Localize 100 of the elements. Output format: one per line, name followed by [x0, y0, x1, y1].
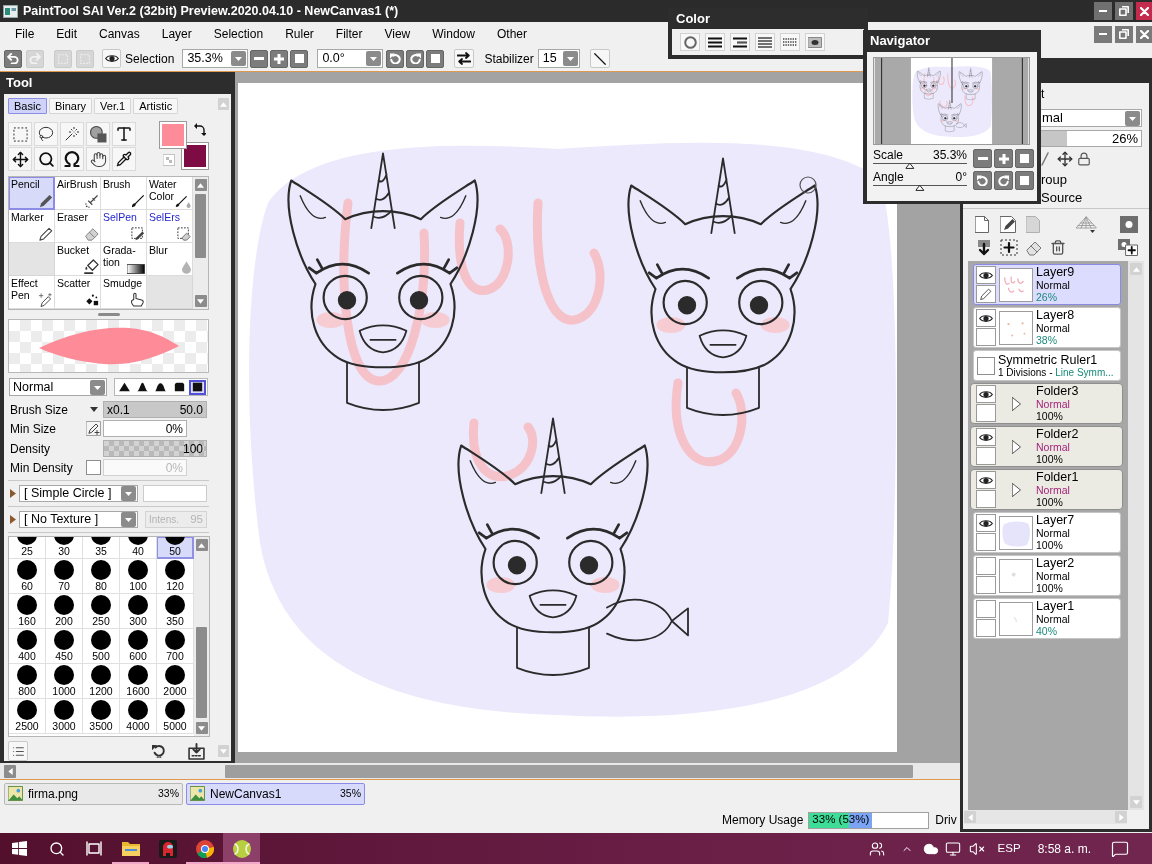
brush-size-button[interactable]: 30 [46, 537, 83, 559]
brush-shape-dropdown[interactable]: [ Simple Circle ] [19, 485, 138, 502]
checker-icon[interactable] [163, 154, 175, 166]
edit-toggle[interactable] [976, 576, 996, 594]
layer-item[interactable]: Layer1 Normal 40% [973, 598, 1121, 639]
edit-toggle[interactable] [976, 328, 996, 346]
brush-size-button[interactable]: 400 [9, 629, 46, 664]
rotate-right-button[interactable] [994, 171, 1013, 190]
brush-size-button[interactable]: 5000 [157, 699, 194, 734]
rotate-left-button[interactable] [386, 49, 405, 68]
color-mode-button[interactable] [680, 33, 700, 51]
brush-size-button[interactable]: 70 [46, 559, 83, 594]
edit-toggle[interactable] [976, 490, 996, 508]
menu-item[interactable]: Edit [45, 24, 89, 44]
color-mode-button[interactable] [780, 33, 800, 51]
tool-tab[interactable]: Binary [48, 98, 93, 114]
edit-toggle[interactable] [976, 404, 996, 422]
perspective-ruler-icon[interactable] [1075, 216, 1097, 233]
tool-button[interactable]: Effect Pen [9, 276, 55, 309]
close-button[interactable] [1136, 25, 1152, 43]
color-mode-button[interactable] [805, 33, 825, 51]
language-indicator[interactable]: ESP [997, 839, 1021, 858]
new-page-icon[interactable] [975, 216, 989, 233]
tool-button[interactable]: SelPen [101, 210, 147, 243]
tool-button[interactable]: Bucket [55, 243, 101, 276]
angle-slider[interactable] [873, 185, 967, 191]
layer-item[interactable]: Layer2 Normal 100% [973, 555, 1121, 596]
color-mode-button[interactable] [705, 33, 725, 51]
network-icon[interactable] [943, 840, 962, 857]
scrollbar-thumb[interactable] [196, 627, 207, 718]
zoom-out-button[interactable] [973, 149, 992, 168]
menu-item[interactable]: View [373, 24, 422, 44]
hand-button[interactable] [86, 147, 110, 171]
menu-item[interactable]: File [4, 24, 46, 44]
menu-item[interactable]: Window [421, 24, 486, 44]
eyedropper-button[interactable] [112, 147, 136, 171]
menu-item[interactable]: Selection [202, 24, 275, 44]
scroll-up-button[interactable] [194, 179, 207, 191]
brush-size-button[interactable]: 200 [46, 594, 83, 629]
visibility-toggle[interactable] [976, 514, 996, 532]
move-button[interactable] [8, 147, 32, 171]
brush-size-button[interactable]: 35 [83, 537, 120, 559]
splitter-handle[interactable] [97, 313, 120, 316]
edit-toggle[interactable] [976, 285, 996, 303]
opacity-slider[interactable]: 26% [1041, 130, 1142, 147]
brush-size-button[interactable]: 3500 [83, 699, 120, 734]
brush-size-button[interactable]: 1000 [46, 664, 83, 699]
rotate-button[interactable] [60, 147, 84, 171]
brush-size-button[interactable]: 2000 [157, 664, 194, 699]
folder-item[interactable]: Folder2 Normal 100% [970, 426, 1123, 467]
min-size-field[interactable]: 0% [103, 420, 187, 437]
shape-button[interactable] [86, 122, 110, 146]
brush-size-slider[interactable]: x0.1 50.0 [103, 401, 207, 418]
scrollbar-thumb[interactable] [225, 764, 913, 778]
visibility-toggle[interactable] [976, 428, 996, 446]
visibility-toggle[interactable] [976, 385, 996, 403]
notification-icon[interactable] [1110, 839, 1130, 858]
download-icon[interactable] [188, 742, 205, 760]
people-icon[interactable] [867, 840, 886, 857]
edit-toggle[interactable] [976, 447, 996, 465]
tool-button[interactable]: Eraser [55, 210, 101, 243]
taskbar-app[interactable] [223, 833, 260, 864]
brush-size-button[interactable]: 80 [83, 559, 120, 594]
brush-size-button[interactable]: 1600 [120, 664, 157, 699]
zoom-reset-button[interactable] [1015, 149, 1034, 168]
dropdown-triangle-icon[interactable] [89, 407, 98, 412]
visibility-checkbox[interactable] [977, 356, 995, 375]
lock-icon[interactable] [1077, 152, 1091, 166]
zoom-reset-button[interactable] [290, 49, 309, 68]
rotation-reset-button[interactable] [426, 49, 445, 68]
brush-size-button[interactable]: 120 [157, 559, 194, 594]
swap-icon[interactable] [194, 123, 206, 136]
zoom-in-button[interactable] [994, 149, 1013, 168]
document-tab[interactable]: firma.png 33% [4, 782, 183, 805]
slanted-line-icon[interactable] [1041, 152, 1049, 166]
menu-item[interactable]: Layer [150, 24, 203, 44]
minimize-button[interactable] [1094, 2, 1112, 20]
clock[interactable]: 8:58 a. m. [1037, 839, 1091, 858]
tool-button[interactable]: Marker [9, 210, 55, 243]
color-mode-button[interactable] [755, 33, 775, 51]
tool-button[interactable]: Blur [147, 243, 193, 276]
layer-item[interactable]: Layer9 Normal 26% [973, 264, 1121, 305]
brush-size-button[interactable]: 700 [157, 629, 194, 664]
scroll-down-button[interactable] [194, 295, 207, 307]
brush-size-button[interactable]: 3000 [46, 699, 83, 734]
layer-item[interactable]: Layer7 Normal 100% [973, 512, 1121, 553]
ruler-item[interactable]: Symmetric Ruler1 1 Divisions - Line Symm... [973, 350, 1121, 381]
rotate-right-button[interactable] [406, 49, 425, 68]
stabilizer-dropdown[interactable]: 15 [537, 49, 580, 68]
scale-slider[interactable] [873, 163, 967, 169]
menu-item[interactable]: Canvas [88, 24, 151, 44]
visibility-toggle[interactable] [976, 471, 996, 489]
mask-icon[interactable] [1120, 216, 1138, 233]
tool-button[interactable]: Brush [101, 177, 147, 210]
slider-thumb[interactable] [905, 163, 915, 169]
brush-list-button[interactable] [8, 741, 28, 761]
restore-button[interactable] [1115, 25, 1133, 43]
text-button[interactable] [112, 122, 136, 146]
density-slider[interactable]: 100 [103, 440, 207, 457]
scroll-down-button[interactable] [195, 722, 208, 734]
